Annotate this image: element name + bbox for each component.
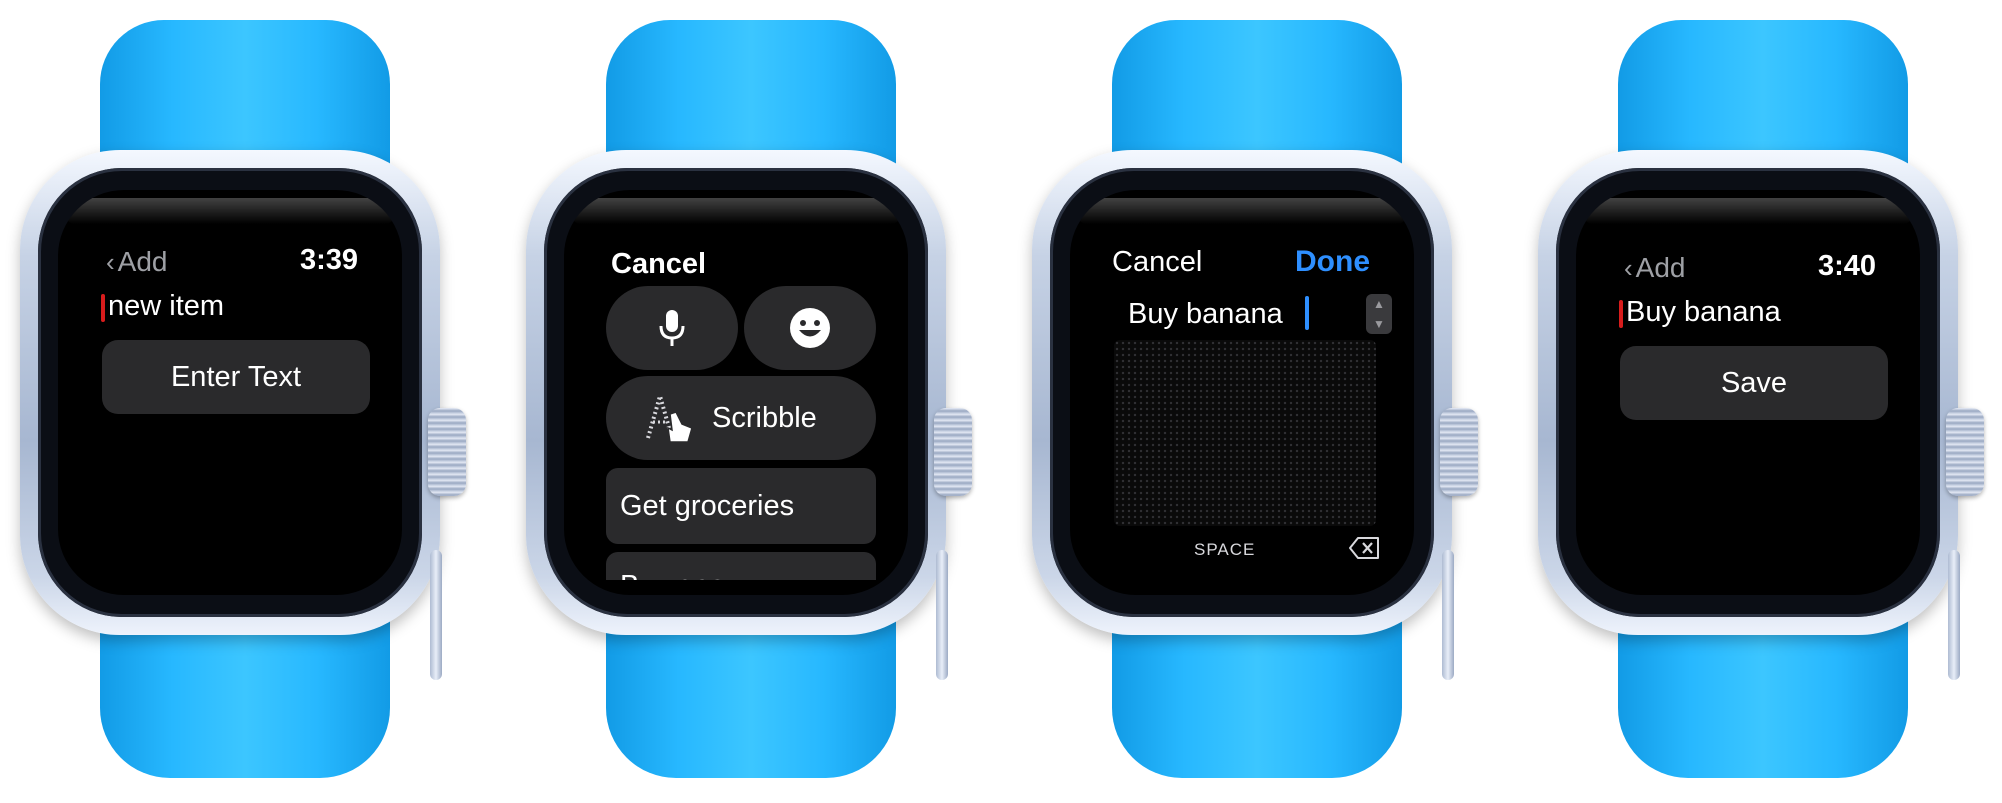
scribble-canvas[interactable] [1114,340,1376,526]
text-cursor [1305,296,1309,330]
done-button[interactable]: Done [1295,245,1370,279]
watch-screen: Cancel Done Buy banana ▲ ▼ SPACE [1070,190,1414,595]
chevron-left-icon: ‹ [106,247,115,277]
chevron-up-icon: ▲ [1373,297,1385,311]
watch-1: ‹ Add 3:39 new item Enter Text [20,0,470,803]
dictation-button[interactable] [606,286,738,370]
back-button[interactable]: ‹ Add [1624,252,1686,284]
scribble-label: Scribble [712,401,817,434]
side-button[interactable] [1442,550,1454,680]
back-label: Add [1635,252,1686,283]
digital-crown[interactable] [934,408,972,496]
text-field-value[interactable]: new item [108,290,224,323]
emoji-button[interactable] [744,286,876,370]
chevron-down-icon: ▼ [1373,317,1385,331]
delete-key[interactable] [1348,536,1380,565]
screen-glare [572,198,900,224]
save-button[interactable]: Save [1620,346,1888,420]
digital-crown[interactable] [1946,408,1984,496]
chevron-left-icon: ‹ [1624,253,1633,283]
screen-glare [1078,198,1406,224]
watch-case: Cancel Done Buy banana ▲ ▼ SPACE [1032,150,1478,680]
emoji-smiley-icon [790,308,830,348]
scribble-hand-icon [646,390,693,443]
digital-crown[interactable] [1440,408,1478,496]
suggestion-item-1[interactable]: Buy gas [606,552,876,580]
back-label: Add [117,246,168,277]
suggestion-item-0[interactable]: Get groceries [606,468,876,544]
watch-bezel: Cancel Done Buy banana ▲ ▼ SPACE [1050,168,1434,617]
watch-bezel: ‹ Add 3:40 Buy banana Save [1556,168,1940,617]
watch-3: Cancel Done Buy banana ▲ ▼ SPACE [1032,0,1482,803]
enter-text-button[interactable]: Enter Text [102,340,370,414]
delete-backspace-icon [1349,537,1379,559]
watch-case: ‹ Add 3:39 new item Enter Text [20,150,466,680]
text-field-value[interactable]: Buy banana [1626,296,1781,329]
cancel-button[interactable]: Cancel [611,248,706,281]
watch-screen: ‹ Add 3:39 new item Enter Text [58,190,402,595]
watch-screen: ‹ Add 3:40 Buy banana Save [1576,190,1920,595]
time-display: 3:39 [299,244,358,276]
watch-bezel: ‹ Add 3:39 new item Enter Text [38,168,422,617]
text-cursor [101,294,105,322]
watch-4: ‹ Add 3:40 Buy banana Save [1538,0,1988,803]
time-display: 3:40 [1817,250,1876,282]
watch-case: ‹ Add 3:40 Buy banana Save [1538,150,1984,680]
side-button[interactable] [430,550,442,680]
watch-2: Cancel Scribble Get groceries [526,0,976,803]
text-cursor [1619,300,1623,328]
cancel-button[interactable]: Cancel [1112,246,1202,279]
microphone-icon [659,310,685,346]
screen-glare [66,198,394,224]
back-button[interactable]: ‹ Add [106,246,168,278]
watch-case: Cancel Scribble Get groceries [526,150,972,680]
digital-crown[interactable] [428,408,466,496]
watch-screen: Cancel Scribble Get groceries [564,190,908,595]
screen-glare [1584,198,1912,224]
space-key[interactable]: SPACE [1194,540,1255,560]
suggestion-stepper[interactable]: ▲ ▼ [1366,294,1392,334]
watch-bezel: Cancel Scribble Get groceries [544,168,928,617]
scribble-button[interactable]: Scribble [606,376,876,460]
suggestion-label: Buy gas [620,570,725,580]
side-button[interactable] [1948,550,1960,680]
text-field-value[interactable]: Buy banana [1128,298,1283,331]
side-button[interactable] [936,550,948,680]
